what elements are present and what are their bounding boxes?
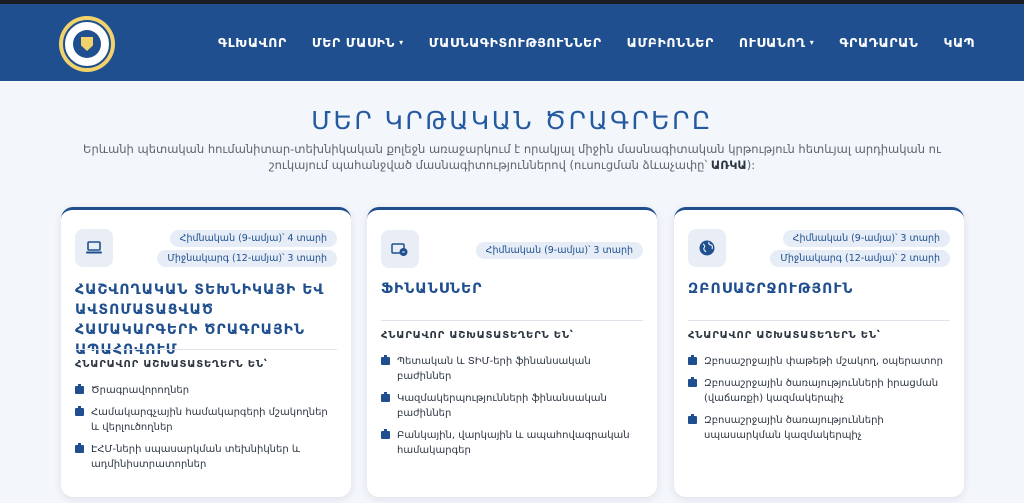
list-item: Զբոսաշրջային ծառայությունների սպասարկման… xyxy=(688,413,950,443)
nav-label: ՄԱՍՆԱԳԻՏՈՒԹՅՈՒՆՆԵՐ xyxy=(428,35,602,50)
card-divider xyxy=(75,349,337,350)
list-item: Զբոսաշրջային փաթեթի մշակող, օպերատոր xyxy=(688,354,950,369)
list-item: Բանկային, վարկային և ապահովագրական համակ… xyxy=(381,428,643,458)
nav-label: ԱՄԲԻՈՆՆԵՐ xyxy=(626,35,714,50)
job-label: Բանկային, վարկային և ապահովագրական համակ… xyxy=(397,430,630,456)
briefcase-icon xyxy=(381,429,390,439)
logo-emblem xyxy=(73,30,101,58)
program-card-tourism[interactable]: Հիմնական (9-ամյա)՝ 3 տարի Միջնակարգ (12-… xyxy=(674,207,964,497)
job-label: ԷՀՄ-ների սպասարկման տեխնիկներ և ադմինիստ… xyxy=(91,444,300,470)
globe-icon xyxy=(688,229,726,267)
page-title: ՄԵՐ ԿՐԹԱԿԱՆ ԾՐԱԳՐԵՐԸ xyxy=(311,106,713,135)
nav-label: ԳՐԱԴԱՐԱՆ xyxy=(839,35,919,50)
nav-item-departments[interactable]: ԱՄԲԻՈՆՆԵՐ xyxy=(627,35,714,50)
briefcase-icon xyxy=(75,443,84,453)
nav-label: ՈՒՍԱՆՈՂ xyxy=(738,35,806,50)
briefcase-icon xyxy=(75,384,84,394)
briefcase-icon xyxy=(688,355,697,365)
job-label: Կազմակերպությունների ֆինանսական բաժիններ xyxy=(397,393,607,419)
college-logo[interactable] xyxy=(59,16,115,72)
finance-icon xyxy=(381,230,419,268)
nav-item-library[interactable]: ԳՐԱԴԱՐԱՆ xyxy=(839,35,918,50)
intro-format: ԱՌԿԱ xyxy=(710,158,747,172)
duration-badge: Միջնակարգ (12-ամյա)՝ 3 տարի xyxy=(157,250,337,267)
main-nav: ԳԼԽԱՎՈՐ ՄԵՐ ՄԱՍԻՆ ▾ ՄԱՍՆԱԳԻՏՈՒԹՅՈՒՆՆԵՐ ԱՄ… xyxy=(218,4,1000,81)
site-header: ԳԼԽԱՎՈՐ ՄԵՐ ՄԱՍԻՆ ▾ ՄԱՍՆԱԳԻՏՈՒԹՅՈՒՆՆԵՐ ԱՄ… xyxy=(0,4,1024,81)
jobs-heading: ՀՆԱՐԱՎՈՐ ԱՇԽԱՏԱՏԵՂԵՐՆ ԵՆ՝ xyxy=(381,330,574,341)
jobs-heading: ՀՆԱՐԱՎՈՐ ԱՇԽԱՏԱՏԵՂԵՐՆ ԵՆ՝ xyxy=(688,330,881,341)
briefcase-icon xyxy=(688,377,697,387)
duration-badge: Հիմնական (9-ամյա)՝ 3 տարի xyxy=(782,230,950,247)
jobs-list: Զբոսաշրջային փաթեթի մշակող, օպերատոր Զբո… xyxy=(688,354,950,450)
card-divider xyxy=(381,320,643,321)
list-item: Համակարգչային համակարգերի մշակողներ և վե… xyxy=(75,405,337,435)
nav-item-student[interactable]: ՈՒՍԱՆՈՂ ▾ xyxy=(739,35,814,50)
job-label: Զբոսաշրջային ծառայությունների իրացման (վ… xyxy=(704,378,939,404)
list-item: Պետական և ՏԻՄ-երի ֆինանսական բաժիններ xyxy=(381,354,643,384)
program-title: ԶԲՈՍԱՇՐՋՈՒԹՅՈՒՆ xyxy=(688,281,854,297)
jobs-list: Պետական և ՏԻՄ-երի ֆինանսական բաժիններ Կա… xyxy=(381,354,643,465)
nav-label: ԳԼԽԱՎՈՐ xyxy=(218,35,287,50)
briefcase-icon xyxy=(381,392,390,402)
jobs-heading: ՀՆԱՐԱՎՈՐ ԱՇԽԱՏԱՏԵՂԵՐՆ ԵՆ՝ xyxy=(75,359,268,370)
job-label: Ծրագրավորողներ xyxy=(91,385,190,396)
program-title: ՖԻՆԱՆՍՆԵՐ xyxy=(381,281,483,297)
list-item: Զբոսաշրջային ծառայությունների իրացման (վ… xyxy=(688,376,950,406)
program-card-computing[interactable]: Հիմնական (9-ամյա)՝ 4 տարի Միջնակարգ (12-… xyxy=(61,207,351,497)
job-label: Պետական և ՏԻՄ-երի ֆինանսական բաժիններ xyxy=(397,356,591,382)
nav-item-contact[interactable]: ԿԱՊ xyxy=(943,35,975,50)
duration-badge: Միջնակարգ (12-ամյա)՝ 2 տարի xyxy=(770,250,950,267)
chevron-down-icon: ▾ xyxy=(809,38,815,47)
nav-item-specialties[interactable]: ՄԱՍՆԱԳԻՏՈՒԹՅՈՒՆՆԵՐ xyxy=(429,35,602,50)
intro-end: ): xyxy=(746,158,756,172)
list-item: ԷՀՄ-ների սպասարկման տեխնիկներ և ադմինիստ… xyxy=(75,442,337,472)
intro-main: Երևանի պետական հումանիտար-տեխնիկական քոլ… xyxy=(83,142,941,172)
duration-badges: Հիմնական (9-ամյա)՝ 4 տարի Միջնակարգ (12-… xyxy=(157,230,337,270)
nav-item-about[interactable]: ՄԵՐ ՄԱՍԻՆ ▾ xyxy=(312,35,404,50)
briefcase-icon xyxy=(75,406,84,416)
nav-label: ՄԵՐ ՄԱՍԻՆ xyxy=(311,35,396,50)
intro-text: Երևանի պետական հումանիտար-տեխնիկական քոլ… xyxy=(60,141,964,173)
program-title: ՀԱՇՎՈՂԱԿԱՆ ՏԵԽՆԻԿԱՅԻ ԵՎ ԱՎՏՈՄԱՏԱՑՎԱԾ ՀԱՄ… xyxy=(75,282,325,358)
logo-ring xyxy=(63,20,111,68)
nav-item-home[interactable]: ԳԼԽԱՎՈՐ xyxy=(218,35,287,50)
chevron-down-icon: ▾ xyxy=(399,38,404,47)
nav-label: ԿԱՊ xyxy=(943,35,976,50)
card-divider xyxy=(688,320,950,321)
duration-badges: Հիմնական (9-ամյա)՝ 3 տարի Միջնակարգ (12-… xyxy=(770,230,950,270)
duration-badges: Հիմնական (9-ամյա)՝ 3 տարի xyxy=(475,242,643,262)
job-label: Զբոսաշրջային փաթեթի մշակող, օպերատոր xyxy=(704,356,943,367)
list-item: Ծրագրավորողներ xyxy=(75,383,337,398)
jobs-list: Ծրագրավորողներ Համակարգչային համակարգերի… xyxy=(75,383,337,479)
job-label: Զբոսաշրջային ծառայությունների սպասարկման… xyxy=(704,415,884,441)
job-label: Համակարգչային համակարգերի մշակողներ և վե… xyxy=(91,407,328,433)
program-card-finance[interactable]: Հիմնական (9-ամյա)՝ 3 տարի ՖԻՆԱՆՍՆԵՐ ՀՆԱՐ… xyxy=(367,207,657,497)
list-item: Կազմակերպությունների ֆինանսական բաժիններ xyxy=(381,391,643,421)
duration-badge: Հիմնական (9-ամյա)՝ 3 տարի xyxy=(475,242,643,259)
briefcase-icon xyxy=(381,355,390,365)
briefcase-icon xyxy=(688,414,697,424)
laptop-icon xyxy=(75,229,113,267)
duration-badge: Հիմնական (9-ամյա)՝ 4 տարի xyxy=(169,230,337,247)
